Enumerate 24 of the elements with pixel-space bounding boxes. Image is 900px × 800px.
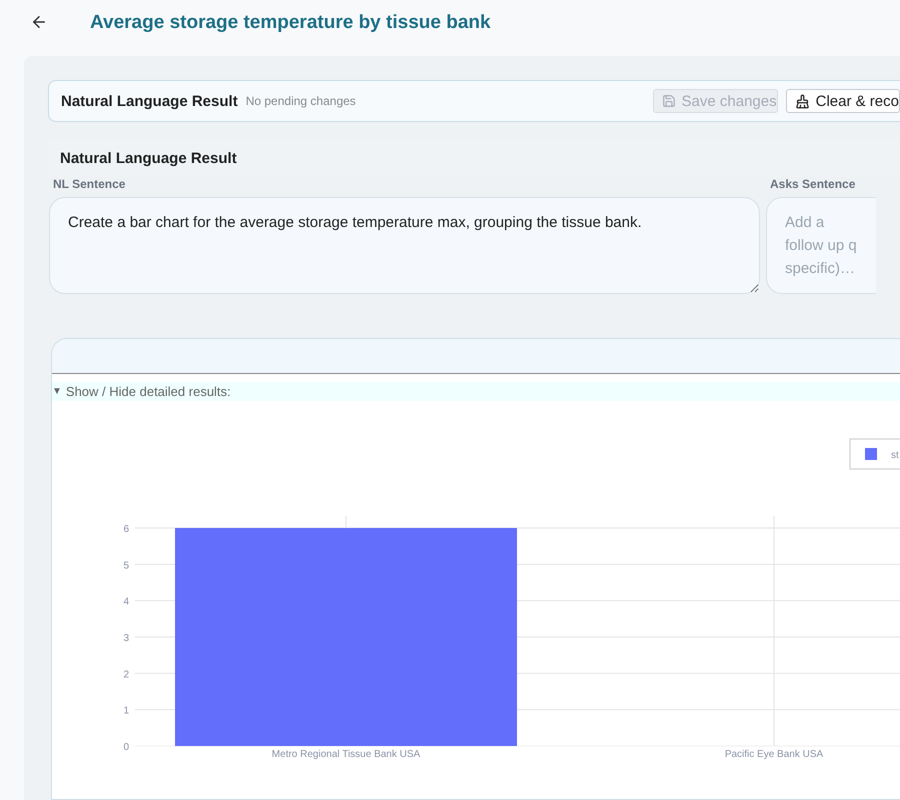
- axis-tick-label: Pacific Eye Bank USA: [724, 749, 824, 760]
- axis-tick-label: Metro Regional Tissue Bank USA: [272, 749, 420, 760]
- question-field[interactable]: Add a follow up q specific)…: [766, 197, 876, 294]
- status-text: No pending changes: [246, 94, 357, 108]
- axis-tick-label: 6: [123, 524, 129, 535]
- axis-tick-label: 1: [123, 706, 129, 717]
- brush-icon: [794, 94, 810, 108]
- field-label: NL Sentence: [52, 177, 126, 191]
- axis-tick-label: 0: [123, 742, 129, 753]
- axis-tick-label: 5: [123, 560, 129, 572]
- axis-tick-label: 4: [123, 596, 129, 608]
- sentence-field[interactable]: Create a bar chart for the average storage temperature max, grouping the tissue bank.: [49, 197, 760, 294]
- page-title: Average storage temperature by tissue bank: [90, 12, 491, 34]
- axis-tick-label: 2: [123, 669, 129, 680]
- field-label: Asks Sentence: [769, 177, 856, 191]
- toggle-label: Show / Hide detailed results:: [66, 384, 231, 399]
- save-icon: [662, 94, 676, 108]
- toolbar-title: Natural Language Result: [61, 92, 238, 110]
- axis-tick-label: 3: [123, 633, 129, 644]
- clear-button[interactable]: Clear & reco: [786, 89, 900, 113]
- legend-label: st: [891, 450, 899, 461]
- chart-legend: st: [850, 438, 900, 470]
- toggle-icon: ▼: [52, 386, 62, 397]
- details-toggle[interactable]: ▼ Show / Hide detailed results:: [52, 382, 900, 401]
